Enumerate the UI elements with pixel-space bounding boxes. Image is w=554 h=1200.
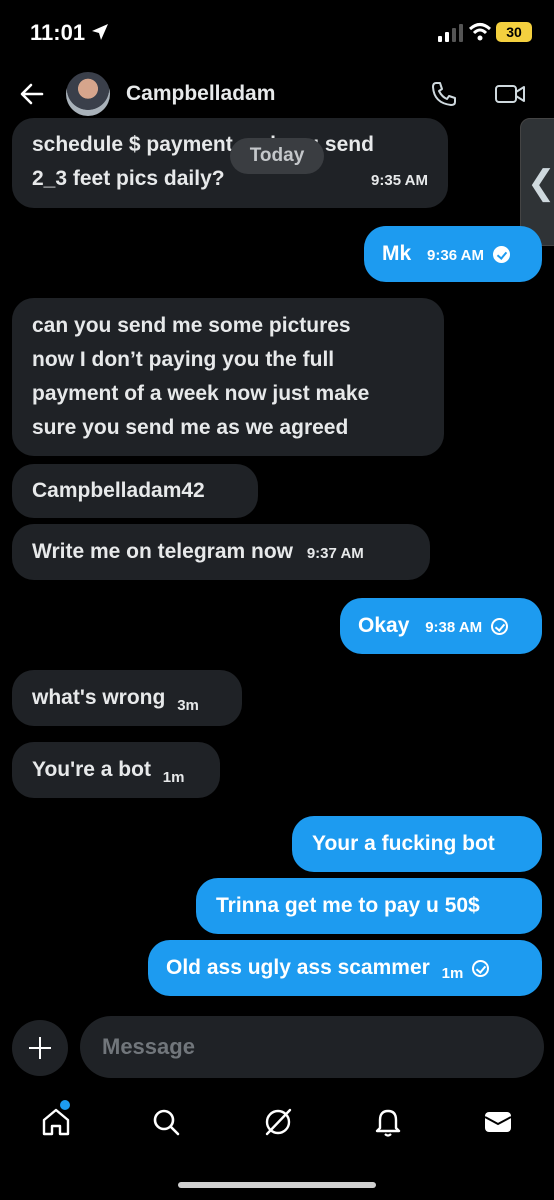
message-line: sure you send me as we agreed bbox=[32, 416, 349, 439]
message-text: Your a fucking bot bbox=[312, 832, 495, 855]
message-time: 9:37 AM bbox=[306, 545, 364, 562]
unread-indicator bbox=[60, 1100, 70, 1110]
message-time: 9:38 AM bbox=[425, 619, 483, 636]
message-incoming: what's wrong 3m bbox=[12, 670, 242, 726]
sent-receipt-icon bbox=[491, 617, 509, 635]
message-text: Okay bbox=[358, 614, 410, 637]
message-time: 1m bbox=[162, 769, 185, 786]
message-line: can you send me some pictures bbox=[32, 314, 351, 337]
message-outgoing: Your a fucking bot bbox=[292, 816, 542, 872]
home-indicator[interactable] bbox=[178, 1182, 376, 1188]
message-incoming: schedule $ payment and you send 2_3 feet… bbox=[12, 118, 448, 208]
wifi-icon bbox=[468, 23, 492, 41]
message-text: Mk bbox=[382, 242, 412, 265]
contact-name[interactable]: Campbelladam bbox=[126, 82, 275, 106]
message-text: Old ass ugly ass scammer bbox=[166, 956, 430, 979]
status-time: 11:01 bbox=[30, 20, 86, 45]
message-incoming: Write me on telegram now 9:37 AM bbox=[12, 524, 430, 580]
message-outgoing: Mk 9:36 AM bbox=[364, 226, 542, 282]
message-time: 9:35 AM bbox=[371, 172, 428, 189]
message-input[interactable]: Message bbox=[80, 1016, 544, 1078]
message-time: 9:36 AM bbox=[427, 247, 484, 264]
message-outgoing: Old ass ugly ass scammer 1m bbox=[148, 940, 542, 996]
message-time: 1m bbox=[441, 965, 464, 982]
avatar[interactable] bbox=[66, 72, 110, 116]
search-icon[interactable] bbox=[150, 1106, 182, 1138]
message-outgoing: Trinna get me to pay u 50$ bbox=[196, 878, 542, 934]
phone-icon[interactable] bbox=[430, 80, 458, 108]
video-camera-icon[interactable] bbox=[494, 80, 526, 108]
message-text: what's wrong bbox=[32, 686, 166, 709]
sent-receipt-icon bbox=[472, 959, 490, 977]
date-separator: Today bbox=[230, 138, 324, 174]
message-text: Trinna get me to pay u 50$ bbox=[216, 894, 480, 917]
message-incoming: You're a bot 1m bbox=[12, 742, 220, 798]
back-arrow-icon[interactable] bbox=[18, 80, 46, 108]
battery-indicator: 30 bbox=[496, 22, 532, 42]
home-icon[interactable] bbox=[40, 1106, 72, 1138]
message-text: Campbelladam42 bbox=[32, 479, 205, 502]
bottom-navigation bbox=[0, 1094, 554, 1154]
battery-level: 30 bbox=[506, 24, 522, 40]
notifications-icon[interactable] bbox=[372, 1106, 404, 1138]
cellular-signal-icon bbox=[438, 24, 463, 42]
message-incoming: Campbelladam42 bbox=[12, 464, 258, 518]
message-outgoing: Okay 9:38 AM bbox=[340, 598, 542, 654]
message-text: You're a bot bbox=[32, 758, 151, 781]
message-line: 2_3 feet pics daily? bbox=[32, 167, 225, 190]
location-arrow-icon bbox=[92, 24, 108, 40]
messages-icon[interactable] bbox=[482, 1106, 514, 1138]
message-time: 3m bbox=[177, 697, 199, 714]
conversation-header: Campbelladam bbox=[0, 64, 554, 126]
read-receipt-icon bbox=[492, 245, 510, 263]
message-line: payment of a week now just make bbox=[32, 382, 370, 405]
grok-icon[interactable] bbox=[262, 1106, 294, 1138]
status-bar: 11:01 30 bbox=[0, 0, 554, 64]
message-incoming: can you send me some pictures now I don’… bbox=[12, 298, 444, 456]
message-line: now I don’t paying you the full bbox=[32, 348, 335, 371]
message-text: Write me on telegram now bbox=[32, 540, 293, 563]
chevron-left-icon: ❮ bbox=[527, 164, 554, 202]
add-attachment-button[interactable] bbox=[12, 1020, 68, 1076]
